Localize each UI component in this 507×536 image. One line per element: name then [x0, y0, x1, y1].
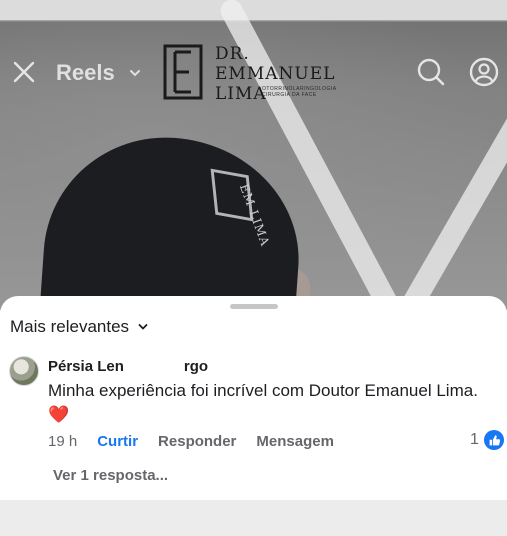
brand-logo-mark	[163, 44, 203, 100]
profile-button[interactable]	[468, 56, 500, 88]
status-strip	[0, 0, 507, 20]
sort-label: Mais relevantes	[10, 317, 130, 336]
drag-handle[interactable]	[230, 304, 278, 309]
comment-composer-area	[0, 500, 507, 536]
brand-subtitle-line-2: CIRURGIA DA FACE	[262, 92, 317, 98]
profile-icon	[469, 57, 499, 87]
sort-dropdown[interactable]: Mais relevantes	[10, 316, 148, 338]
chevron-down-icon	[130, 70, 140, 77]
comment-body: Minha experiência foi incrível com Douto…	[48, 379, 488, 427]
search-icon	[417, 58, 445, 86]
reels-title[interactable]: Reels	[56, 60, 115, 86]
view-replies-link[interactable]: Ver 1 resposta...	[53, 467, 168, 484]
like-button[interactable]: Curtir	[97, 433, 138, 450]
close-icon	[13, 61, 35, 83]
search-button[interactable]	[415, 56, 447, 88]
message-button[interactable]: Mensagem	[256, 433, 334, 450]
avatar[interactable]	[9, 356, 39, 386]
brand-line-1: DR.	[215, 44, 250, 64]
chevron-down-icon	[138, 324, 148, 330]
reels-dropdown[interactable]	[128, 66, 142, 78]
comment-text: Minha experiência foi incrível com Douto…	[48, 381, 478, 400]
thumbs-up-icon	[489, 434, 500, 445]
like-reaction-badge[interactable]	[484, 430, 504, 450]
comments-sheet: Mais relevantes Pérsia Len rgo Minha exp…	[0, 296, 507, 500]
reply-button[interactable]: Responder	[158, 433, 236, 450]
comment-timestamp: 19 h	[48, 433, 78, 450]
like-count[interactable]: 1	[470, 431, 479, 449]
heart-emoji: ❤️	[48, 405, 70, 424]
brand-subtitle: OTORRINOLARINGOLOGIA CIRURGIA DA FACE	[262, 86, 337, 98]
comment-actions: 19 h Curtir Responder Mensagem	[48, 433, 354, 450]
close-button[interactable]	[11, 59, 37, 85]
comment-author[interactable]: Pérsia Len rgo	[48, 358, 208, 375]
brand-line-2: EMMANUEL	[215, 64, 336, 84]
